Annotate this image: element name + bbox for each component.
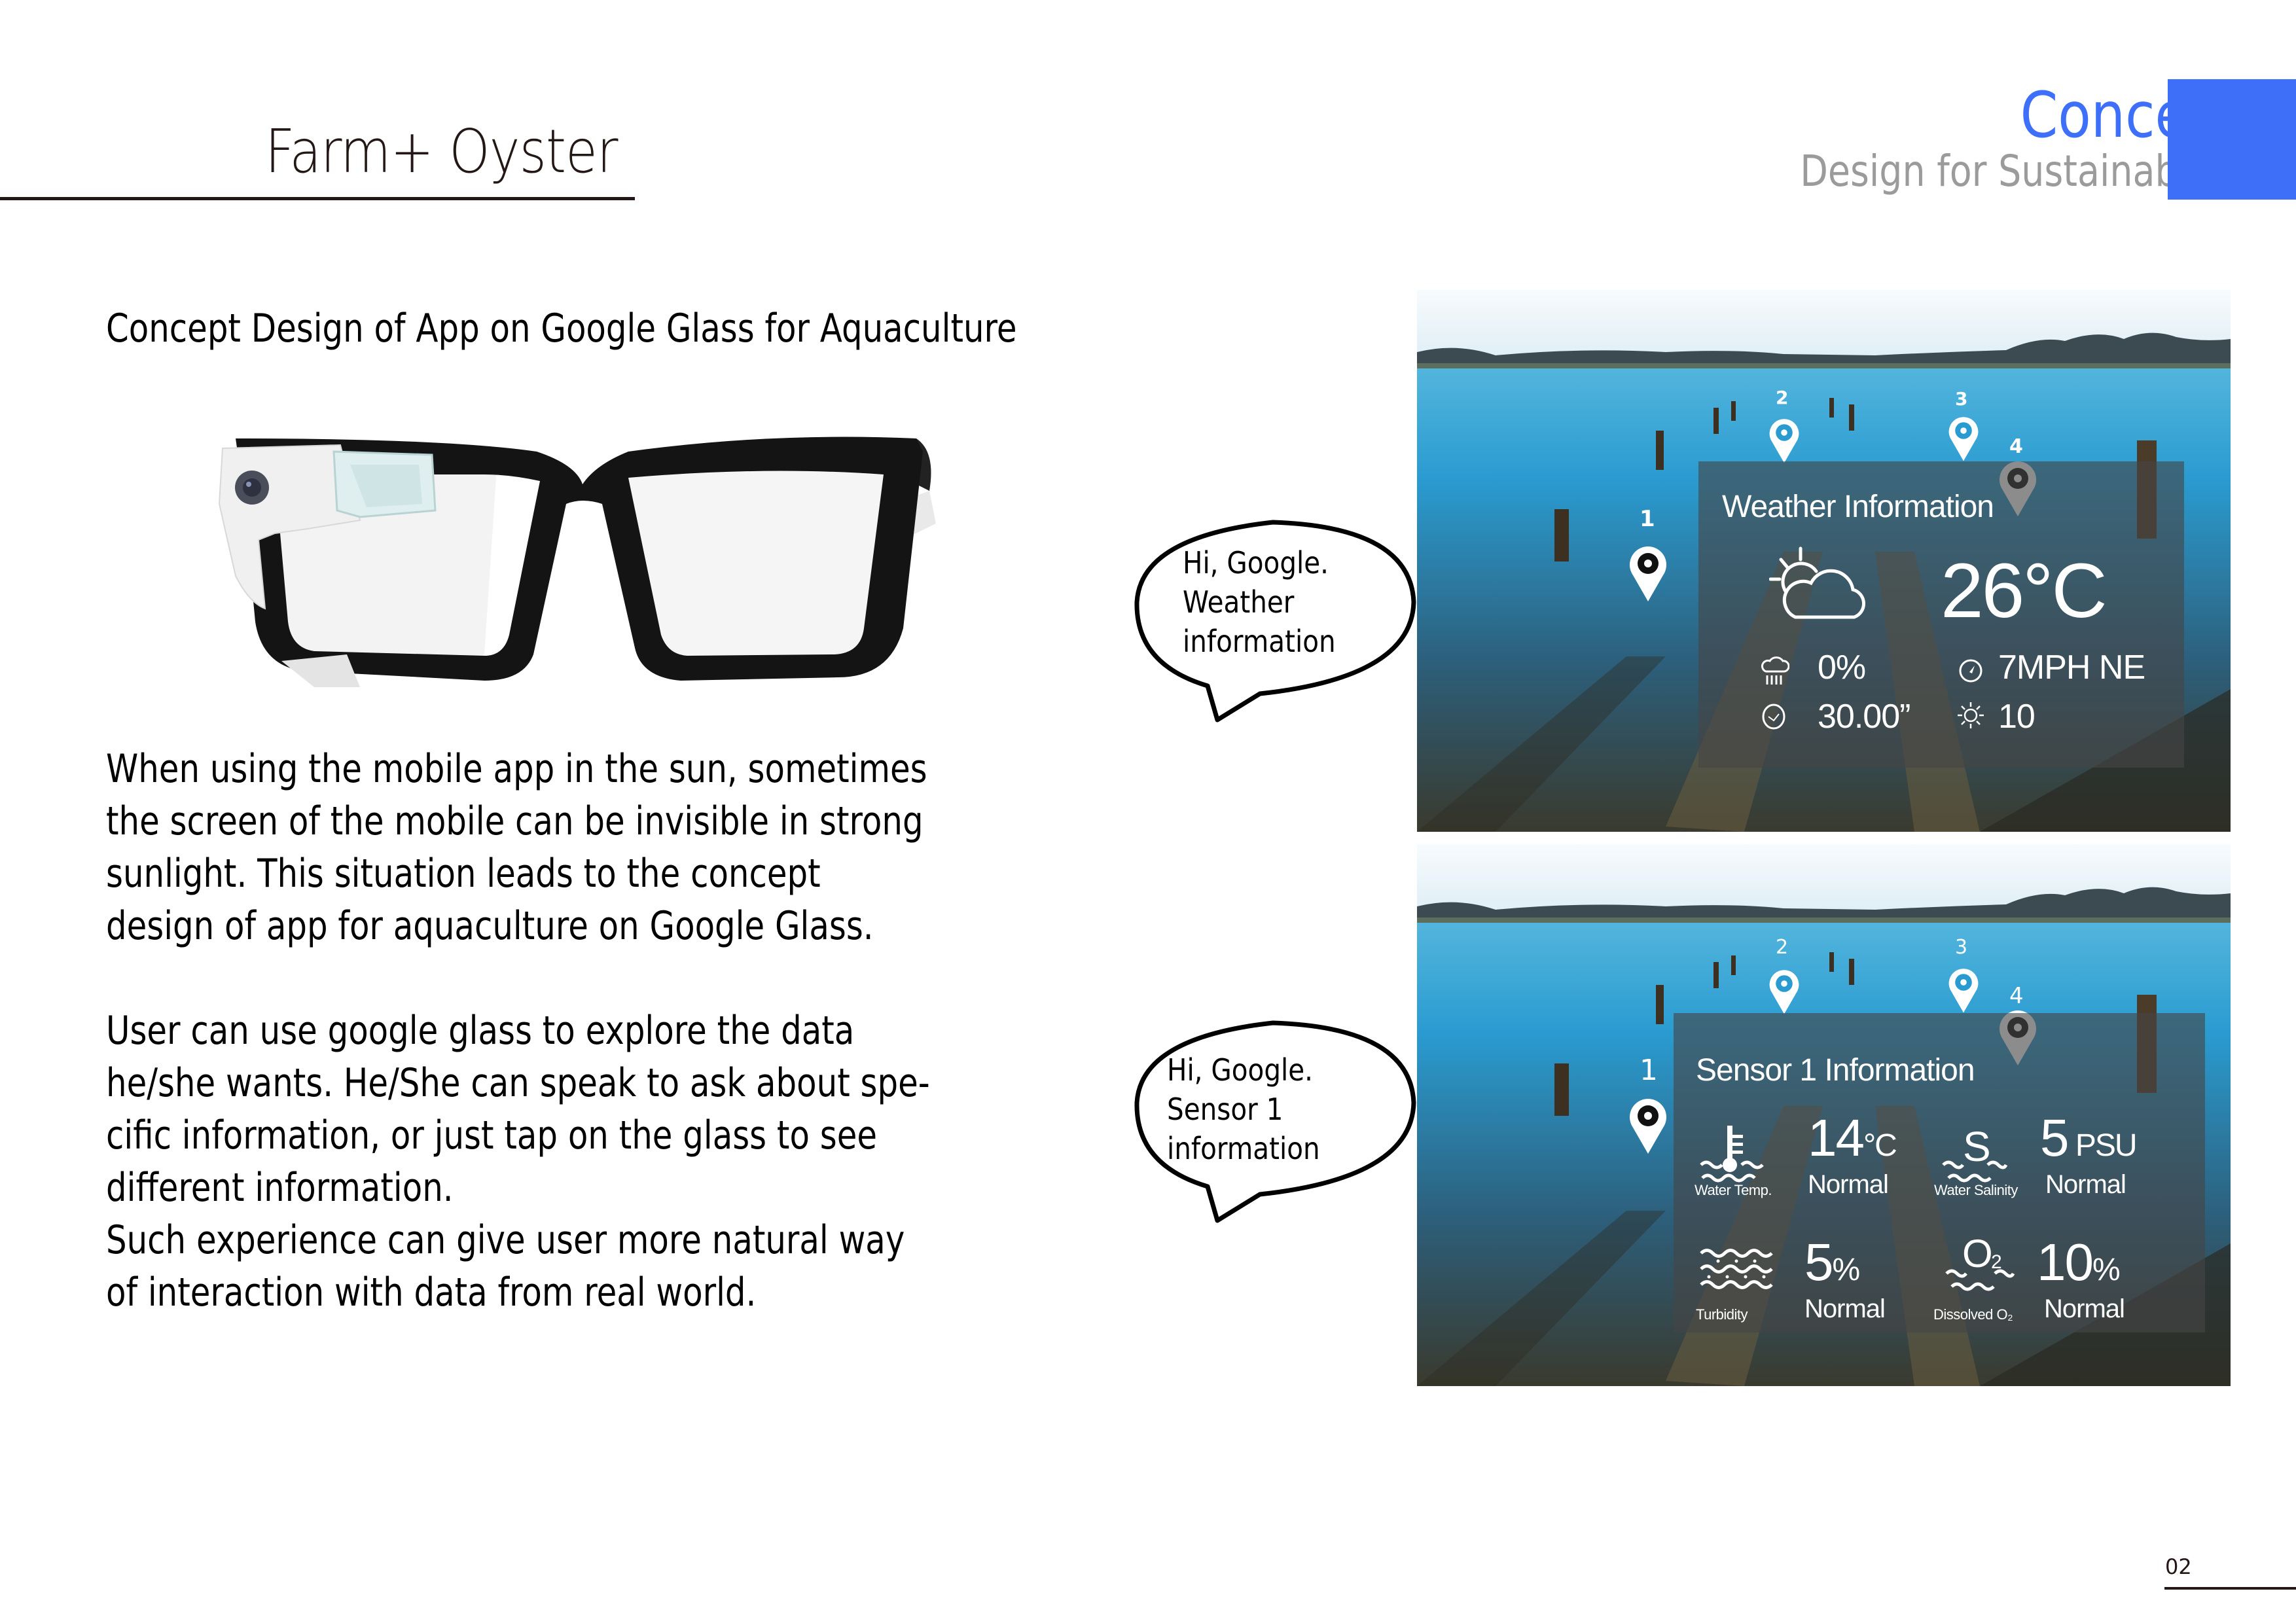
speech-bubble-weather: Hi, Google. Weather information — [1122, 510, 1424, 733]
dissolved-oxygen-icon: O 2 — [1945, 1232, 2015, 1291]
location-pin-icon — [1948, 417, 1979, 461]
sensor-pin-3[interactable] — [1947, 967, 1980, 1014]
sensor-panel: Sensor 1 Information 14°C Normal Water T… — [1674, 1013, 2205, 1332]
pin-label-3: 3 — [1955, 388, 1968, 410]
metric-status: Normal — [2044, 1294, 2125, 1323]
speech-bubble-sensor: Hi, Google. Sensor 1 information — [1122, 1011, 1424, 1234]
content-subtitle: Concept Design of App on Google Glass fo… — [106, 306, 1017, 351]
sensor-panel-title: Sensor 1 Information — [1696, 1053, 1975, 1088]
metric-value: 14°C — [1808, 1109, 1897, 1167]
pressure-gauge-icon — [1762, 704, 1785, 730]
accent-block — [2168, 79, 2296, 200]
pin-label-4: 4 — [2009, 435, 2023, 458]
metric-label: Water Temp. — [1695, 1182, 1772, 1198]
metric-status: Normal — [2045, 1170, 2126, 1199]
sensor-pin-1[interactable] — [1628, 544, 1668, 603]
svg-text:O: O — [1962, 1232, 1993, 1275]
description-paragraph: User can use google glass to explore the… — [106, 1008, 930, 1315]
weather-panel: Weather Information 26°C 0% 7MPH NE 30.0… — [1698, 461, 2184, 768]
glass-view-weather: 1 2 3 4 Weather Information 26°C 0% 7MPH… — [1417, 290, 2231, 832]
svg-text:S: S — [1963, 1124, 1991, 1170]
sensor-pin-2[interactable] — [1768, 968, 1801, 1015]
sensor-pin-1[interactable] — [1628, 1096, 1668, 1155]
metric-label: Dissolved O₂ — [1933, 1306, 2013, 1323]
pin-label-2: 2 — [1776, 387, 1789, 408]
salinity-icon: S — [1942, 1124, 2007, 1183]
page-title: Farm+ Oyster — [265, 116, 618, 187]
pressure-value: 30.00” — [1818, 698, 1910, 736]
page-number-rule — [2164, 1587, 2296, 1590]
metric-status: Normal — [1808, 1170, 1889, 1199]
turbidity-icon — [1700, 1249, 1773, 1289]
location-pin-icon — [1630, 546, 1666, 601]
sensor-pin-2[interactable] — [1768, 417, 1801, 464]
metric-value: 5% — [1804, 1233, 1860, 1291]
temperature-value: 26°C — [1941, 548, 2108, 634]
metric-value: 5 PSU — [2040, 1109, 2138, 1167]
location-pin-icon — [1769, 419, 1799, 463]
metric-status: Normal — [1804, 1294, 1886, 1323]
metric-value: 10% — [2037, 1233, 2121, 1291]
wind-value: 7MPH NE — [1998, 649, 2145, 687]
partly-cloudy-icon — [1769, 546, 1866, 619]
pin-label-4: 4 — [2009, 983, 2024, 1009]
location-pin-icon — [1769, 970, 1799, 1014]
sun-uv-icon — [1958, 702, 1984, 728]
weather-panel-title: Weather Information — [1722, 490, 1994, 524]
pin-label-2: 2 — [1776, 936, 1789, 959]
uv-index-value: 10 — [1998, 698, 2036, 736]
title-underline — [0, 197, 635, 200]
google-glass-image — [209, 412, 942, 687]
metric-label: Water Salinity — [1934, 1182, 2018, 1198]
wind-compass-icon — [1959, 659, 1982, 683]
precipitation-value: 0% — [1818, 649, 1866, 687]
sensor-pin-3[interactable] — [1947, 415, 1980, 462]
pin-label-1: 1 — [1640, 1054, 1658, 1087]
location-pin-icon — [1630, 1099, 1666, 1154]
intro-paragraph: When using the mobile app in the sun, so… — [106, 746, 927, 949]
water-temperature-icon — [1700, 1126, 1764, 1183]
page-number: 02 — [2165, 1554, 2192, 1579]
bubble-text: Hi, Google. Sensor 1 information — [1167, 1052, 1320, 1166]
location-pin-icon — [1948, 969, 1979, 1013]
glass-view-sensor: 1 2 3 4 Sensor 1 Information 14°C Normal… — [1417, 844, 2231, 1386]
bubble-text: Hi, Google. Weather information — [1183, 545, 1336, 659]
pin-label-3: 3 — [1955, 936, 1968, 959]
rain-icon — [1761, 656, 1789, 685]
pin-label-1: 1 — [1640, 506, 1655, 532]
metric-label: Turbidity — [1696, 1306, 1748, 1323]
